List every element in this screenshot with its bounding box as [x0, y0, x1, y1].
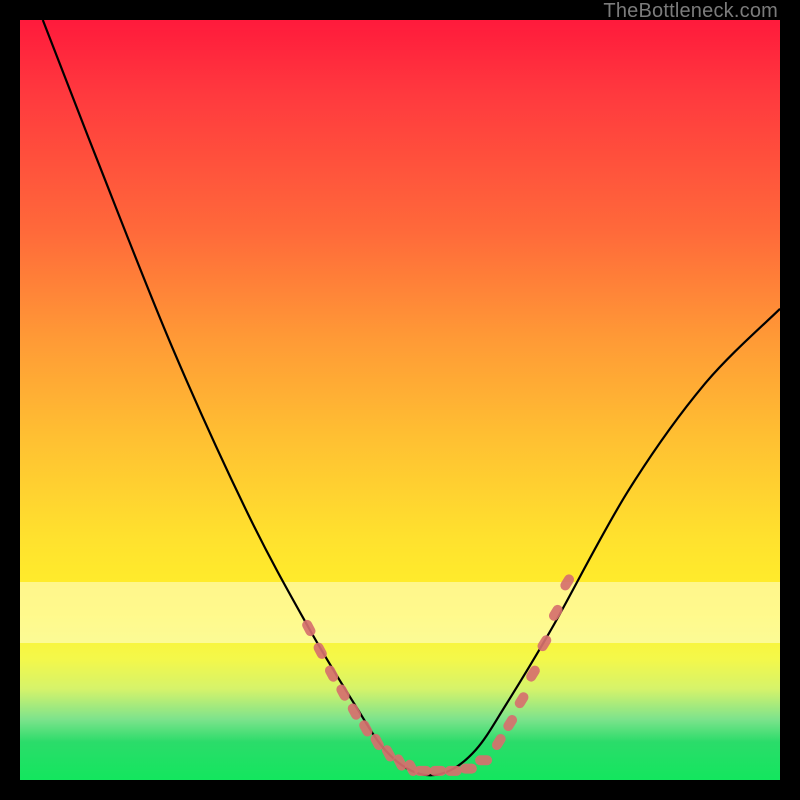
marker-dash: [524, 664, 541, 684]
marker-dash: [335, 683, 352, 703]
marker-dash: [430, 766, 447, 776]
marker-dash: [346, 702, 363, 722]
marker-dash: [445, 766, 462, 776]
curve-svg: [20, 20, 780, 780]
marker-dash: [380, 744, 397, 764]
marker-dash: [403, 758, 420, 778]
marker-dash: [501, 713, 518, 733]
marker-dash: [312, 641, 329, 661]
marker-dash: [536, 633, 553, 653]
marker-dash: [369, 732, 386, 752]
plot-area: [20, 20, 780, 780]
marker-dash: [460, 764, 477, 774]
chart-frame: TheBottleneck.com: [0, 0, 800, 800]
marker-dash: [513, 690, 530, 710]
marker-dash: [392, 753, 409, 773]
marker-dash: [547, 603, 564, 623]
marker-dash: [357, 718, 374, 738]
marker-dash: [414, 766, 431, 776]
marker-dash: [558, 573, 575, 593]
marker-dash: [323, 664, 340, 684]
highlight-band: [20, 582, 780, 643]
marker-dots: [300, 573, 576, 778]
marker-dash: [490, 732, 507, 752]
bottleneck-curve: [43, 20, 780, 775]
marker-dash: [300, 618, 317, 638]
marker-dash: [475, 755, 492, 765]
